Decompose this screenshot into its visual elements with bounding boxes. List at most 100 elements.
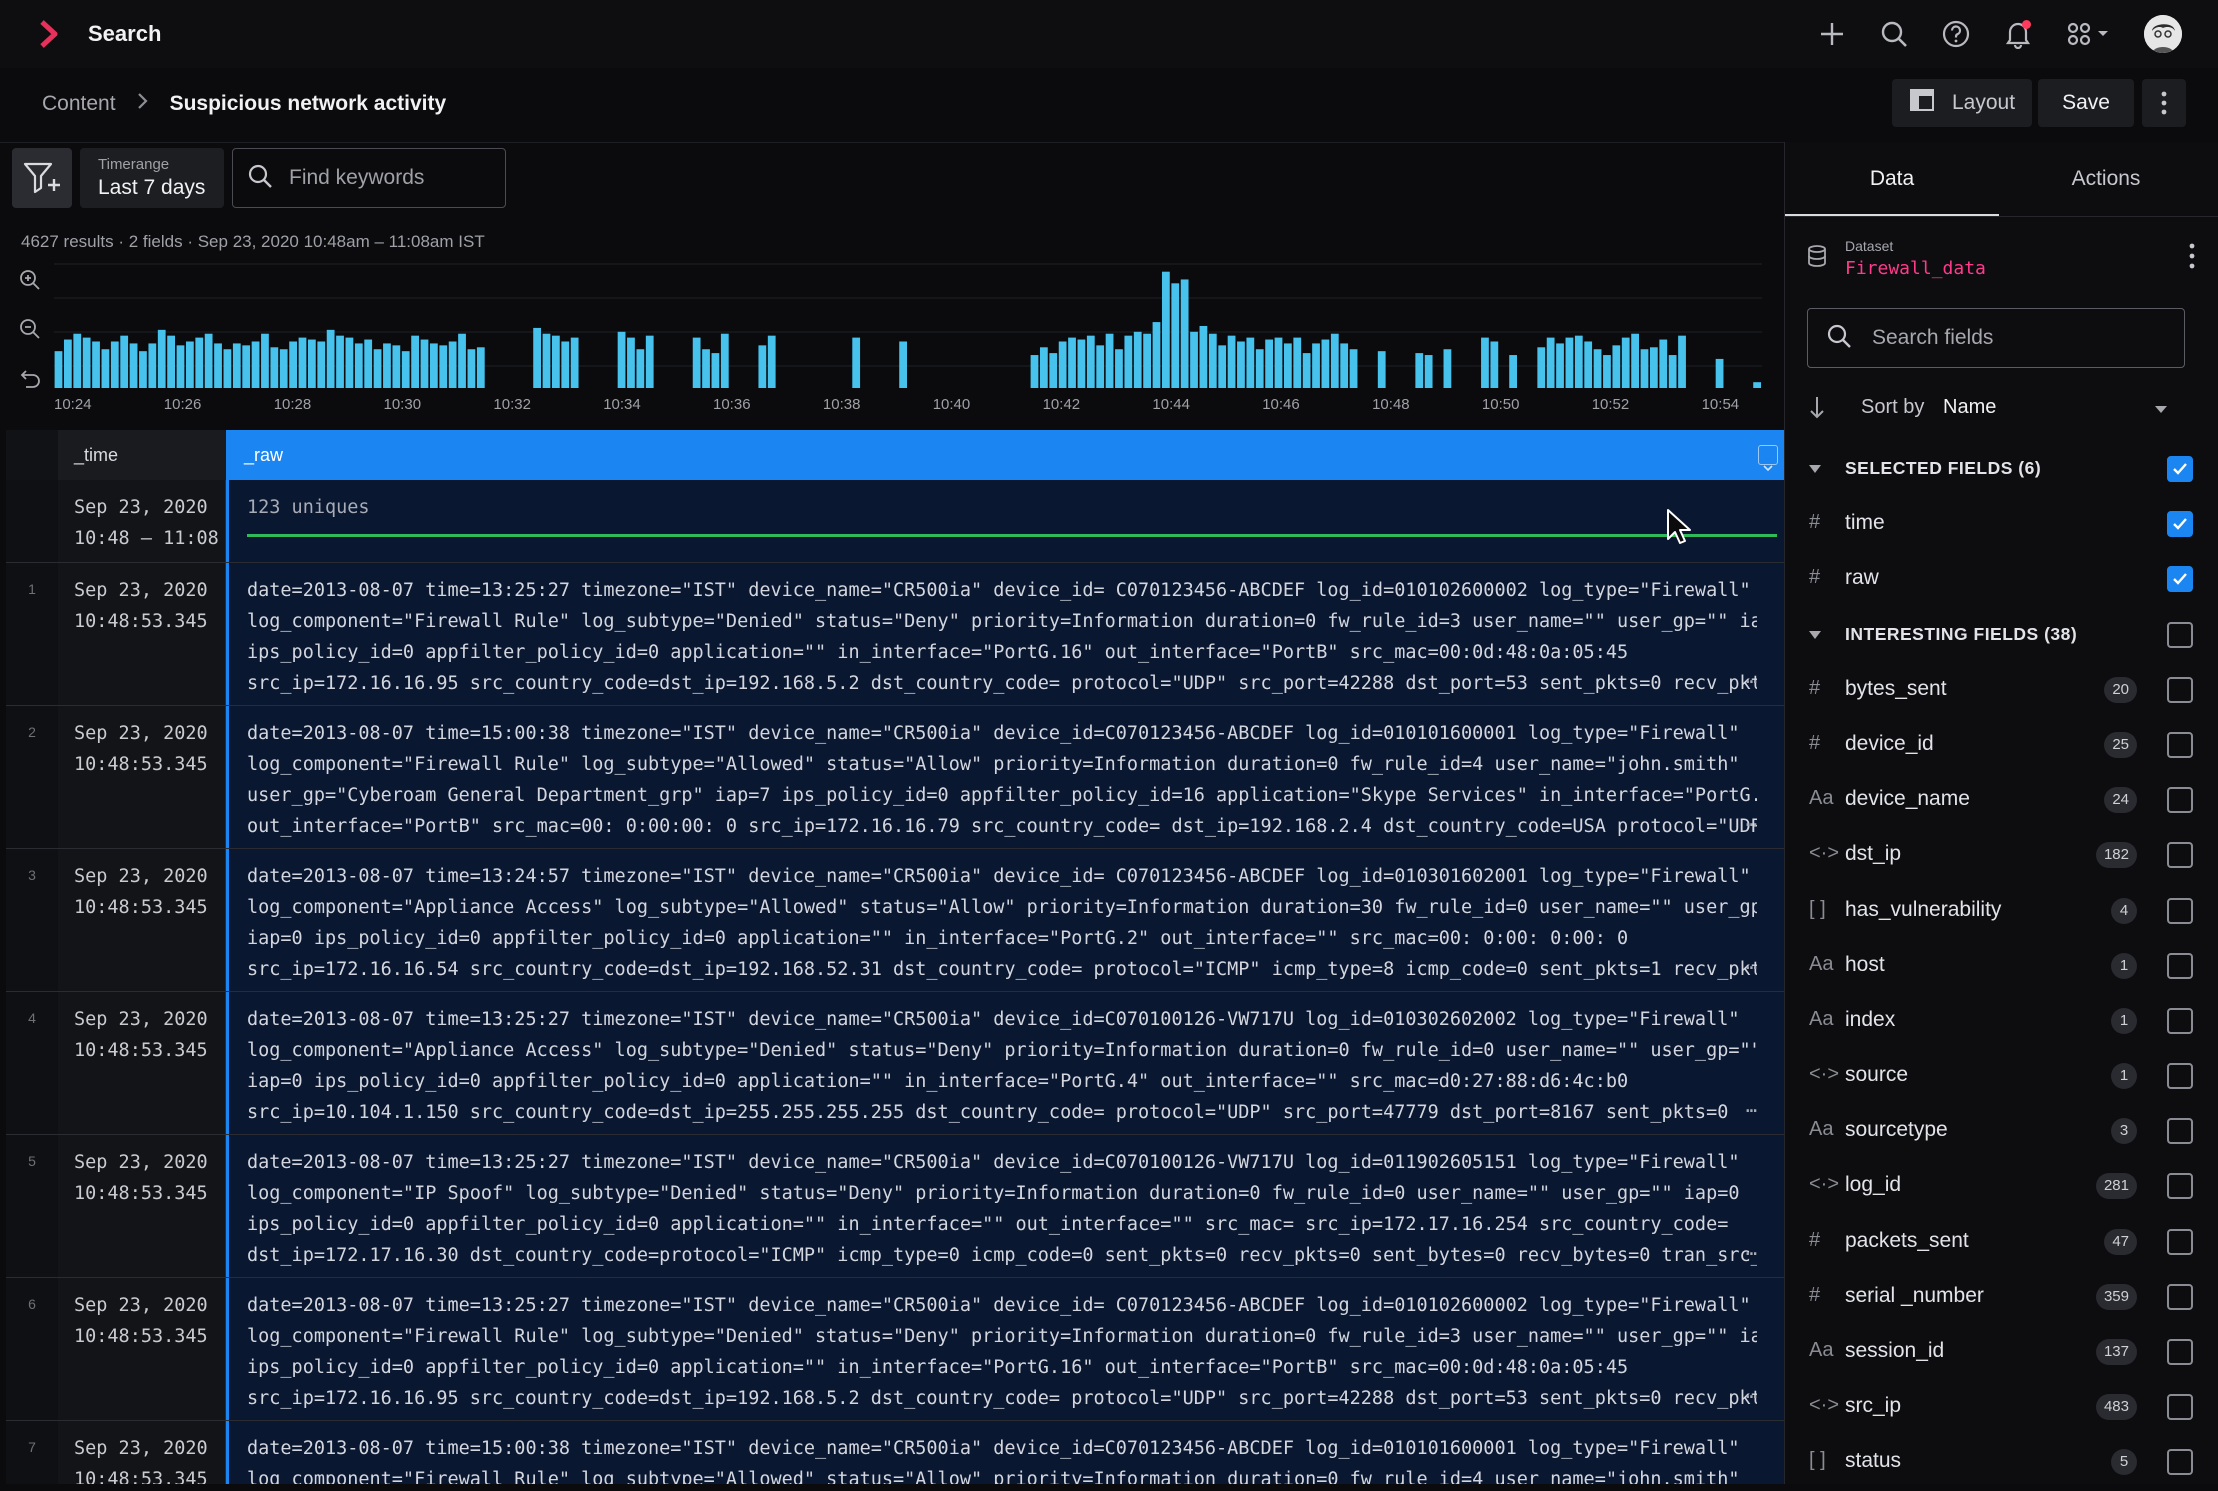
bell-icon[interactable] xyxy=(2002,18,2034,50)
field-checkbox[interactable] xyxy=(2167,731,2193,758)
field-checkbox[interactable] xyxy=(2167,1228,2193,1255)
breadcrumb-bar: Content Suspicious network activity Layo… xyxy=(0,68,2218,143)
timerange-picker[interactable]: Timerange Last 7 days xyxy=(80,148,224,208)
table-row[interactable]: 6 Sep 23, 2020 10:48:53.345 date=2013-08-07… xyxy=(6,1278,1784,1421)
column-header-time[interactable]: _time xyxy=(58,430,230,480)
field-item[interactable]: [ ] has_vulnerability 4 xyxy=(1785,884,2218,939)
field-checkbox[interactable] xyxy=(2167,1394,2193,1421)
zoom-in-icon[interactable] xyxy=(18,268,42,292)
raw-cell[interactable]: date=2013-08-07 time=13:25:27 timezone="… xyxy=(226,992,1784,1134)
expand-ellipsis-icon[interactable]: … xyxy=(1746,1377,1757,1408)
raw-cell[interactable]: date=2013-08-07 time=13:25:27 timezone="… xyxy=(226,1278,1784,1420)
field-section-header[interactable]: SELECTED FIELDS (6) xyxy=(1785,442,2218,497)
field-item[interactable]: [ ] status 5 xyxy=(1785,1435,2218,1490)
histogram-bar xyxy=(1509,355,1517,388)
keyword-search-input[interactable] xyxy=(287,165,491,191)
field-item[interactable]: # bytes_sent 20 xyxy=(1785,663,2218,718)
field-item[interactable]: Aa index 1 xyxy=(1785,994,2218,1049)
field-checkbox[interactable] xyxy=(2167,621,2193,648)
field-item[interactable]: # raw xyxy=(1785,552,2218,607)
layout-button[interactable]: Layout xyxy=(1892,79,2032,127)
uniques-raw-cell: 123 uniques xyxy=(226,480,1784,562)
histogram-tick-label: 10:32 xyxy=(493,396,531,413)
field-checkbox[interactable] xyxy=(2167,1339,2193,1365)
field-checkbox[interactable] xyxy=(2167,1449,2193,1476)
field-item[interactable]: <·> src_ip 483 xyxy=(1785,1380,2218,1435)
more-options-icon[interactable] xyxy=(2142,79,2186,127)
field-type-icon: <·> xyxy=(1809,1063,1840,1086)
dataset-more-icon[interactable] xyxy=(2189,242,2195,275)
save-button[interactable]: Save xyxy=(2038,79,2134,127)
add-filter-button[interactable] xyxy=(12,148,72,208)
field-item[interactable]: # packets_sent 47 xyxy=(1785,1215,2218,1270)
raw-cell[interactable]: date=2013-08-07 time=15:00:38 timezone="… xyxy=(226,1421,1784,1484)
field-item[interactable]: <·> dst_ip 182 xyxy=(1785,828,2218,883)
field-item[interactable]: Aa sourcetype 3 xyxy=(1785,1104,2218,1159)
field-checkbox[interactable] xyxy=(2167,511,2193,538)
help-icon[interactable] xyxy=(1940,18,1972,50)
sort-control[interactable]: Sort by Name xyxy=(1785,390,2218,426)
table-row[interactable]: 2 Sep 23, 2020 10:48:53.345 date=2013-08-07… xyxy=(6,706,1784,849)
field-checkbox[interactable] xyxy=(2167,676,2193,703)
expand-ellipsis-icon[interactable]: … xyxy=(1746,805,1757,836)
raw-line: ips_policy_id=0 appfilter_policy_id=0 ap… xyxy=(247,1214,1729,1235)
breadcrumb-content-link[interactable]: Content xyxy=(42,92,116,116)
field-checkbox[interactable] xyxy=(2167,456,2193,482)
undo-icon[interactable] xyxy=(18,366,42,390)
table-row[interactable]: 3 Sep 23, 2020 10:48:53.345 date=2013-08-07… xyxy=(6,849,1784,992)
expand-ellipsis-icon[interactable]: … xyxy=(1746,1234,1757,1265)
field-checkbox[interactable] xyxy=(2167,952,2193,979)
column-header-raw[interactable]: _raw xyxy=(226,430,1784,480)
field-checkbox[interactable] xyxy=(2167,1173,2193,1200)
field-search-input[interactable] xyxy=(1870,325,2154,351)
search-icon[interactable] xyxy=(1878,18,1910,50)
histogram-bar xyxy=(561,341,570,388)
zoom-out-icon[interactable] xyxy=(18,317,42,341)
table-row[interactable]: 7 Sep 23, 2020 10:48:53.345 date=2013-08-07… xyxy=(6,1421,1784,1484)
field-count-badge: 137 xyxy=(2095,1339,2137,1365)
field-checkbox[interactable] xyxy=(2167,566,2193,593)
event-histogram[interactable]: 10:24 10:26 10:28 10:30 10:32 10:34 10:36 10:38… xyxy=(54,262,1762,422)
field-item[interactable]: <·> log_id 281 xyxy=(1785,1159,2218,1214)
expand-ellipsis-icon[interactable]: … xyxy=(1746,662,1757,693)
logo-chevron-icon[interactable] xyxy=(36,19,62,49)
raw-cell[interactable]: date=2013-08-07 time=13:25:27 timezone="… xyxy=(226,563,1784,705)
avatar[interactable] xyxy=(2144,15,2182,53)
caret-down-icon[interactable] xyxy=(1807,628,1823,646)
field-type-icon: [ ] xyxy=(1809,897,1826,920)
field-checkbox[interactable] xyxy=(2167,897,2193,924)
field-item[interactable]: <·> source 1 xyxy=(1785,1049,2218,1104)
caret-down-icon[interactable] xyxy=(1807,462,1823,480)
histogram-bar xyxy=(298,337,307,388)
table-row[interactable]: 1 Sep 23, 2020 10:48:53.345 date=2013-08-07… xyxy=(6,563,1784,706)
sort-arrow-icon[interactable] xyxy=(1807,394,1827,426)
field-item[interactable]: # serial _number 359 xyxy=(1785,1270,2218,1325)
dataset-selector[interactable]: Dataset Firewall_data xyxy=(1785,216,2218,302)
field-item[interactable]: Aa device_name 24 xyxy=(1785,773,2218,828)
field-item[interactable]: Aa host 1 xyxy=(1785,939,2218,994)
field-checkbox[interactable] xyxy=(2167,787,2193,814)
field-checkbox[interactable] xyxy=(2167,842,2193,869)
column-menu-icon[interactable] xyxy=(1758,445,1778,472)
field-checkbox[interactable] xyxy=(2167,1118,2193,1145)
tab-actions[interactable]: Actions xyxy=(1999,142,2213,216)
plus-icon[interactable] xyxy=(1816,18,1848,50)
field-item[interactable]: # time xyxy=(1785,497,2218,552)
raw-cell[interactable]: date=2013-08-07 time=13:24:57 timezone="… xyxy=(226,849,1784,991)
field-checkbox[interactable] xyxy=(2167,1063,2193,1090)
time-cell-date: Sep 23, 2020 xyxy=(74,1438,208,1459)
field-item[interactable]: Aa session_id 137 xyxy=(1785,1325,2218,1380)
field-section-header[interactable]: INTERESTING FIELDS (38) xyxy=(1785,608,2218,663)
table-row[interactable]: 5 Sep 23, 2020 10:48:53.345 date=2013-08-07… xyxy=(6,1135,1784,1278)
tab-data[interactable]: Data xyxy=(1785,142,1999,216)
field-checkbox[interactable] xyxy=(2167,1283,2193,1310)
apps-grid-icon[interactable] xyxy=(2064,18,2114,50)
raw-cell[interactable]: date=2013-08-07 time=13:25:27 timezone="… xyxy=(226,1135,1784,1277)
raw-cell[interactable]: date=2013-08-07 time=15:00:38 timezone="… xyxy=(226,706,1784,848)
chevron-down-icon[interactable] xyxy=(2153,398,2169,421)
expand-ellipsis-icon[interactable]: … xyxy=(1746,948,1757,979)
field-item[interactable]: # device_id 25 xyxy=(1785,718,2218,773)
field-checkbox[interactable] xyxy=(2167,1007,2193,1034)
table-row[interactable]: 4 Sep 23, 2020 10:48:53.345 date=2013-08-07… xyxy=(6,992,1784,1135)
expand-ellipsis-icon[interactable]: … xyxy=(1746,1091,1757,1122)
